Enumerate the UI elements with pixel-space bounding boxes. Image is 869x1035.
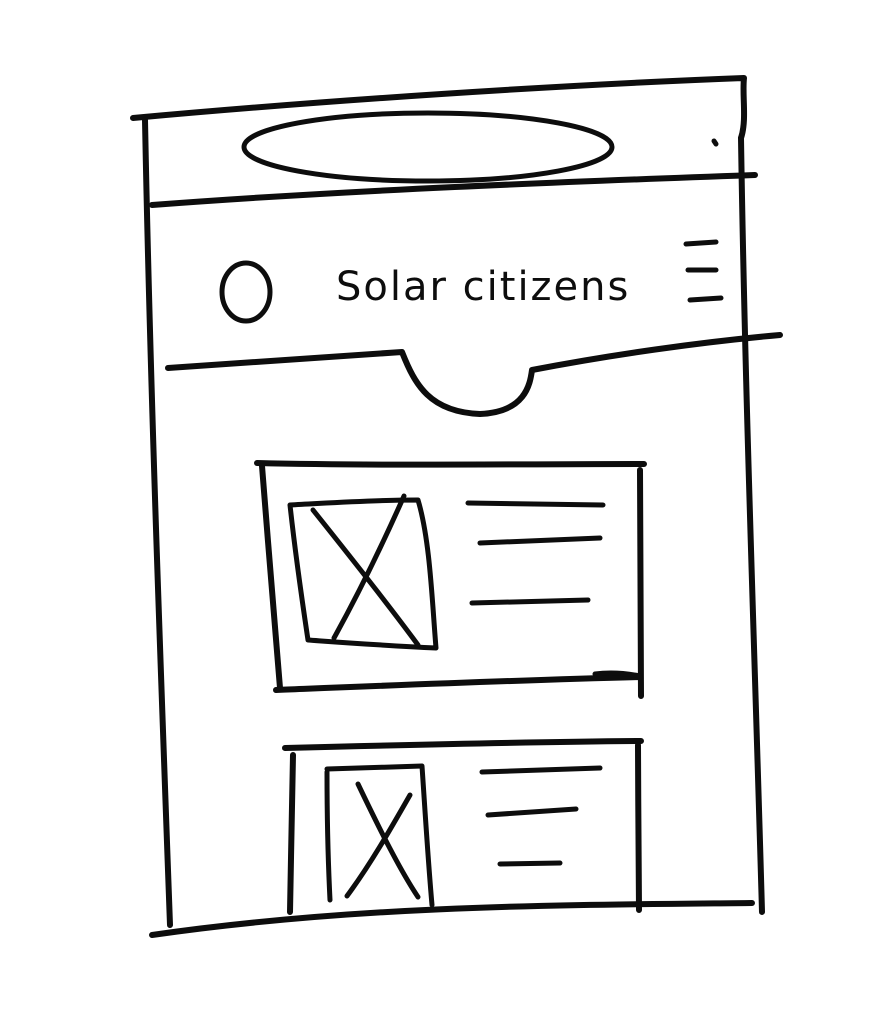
status-dot-icon: [711, 138, 719, 147]
image-placeholder: [287, 493, 439, 651]
phone-frame: [130, 75, 765, 938]
content-card[interactable]: [254, 460, 647, 699]
circle-logo-icon[interactable]: [219, 260, 273, 324]
content-card[interactable]: [282, 738, 644, 915]
pull-down-tab-icon[interactable]: [165, 332, 783, 417]
text-lines: [479, 765, 603, 867]
hamburger-menu-icon[interactable]: [683, 239, 724, 303]
brand-name: Solar citizens: [336, 264, 630, 310]
image-placeholder: [324, 763, 435, 908]
text-lines: [465, 500, 606, 606]
address-bar[interactable]: [241, 110, 615, 184]
wireframe-sketch: Solar citizens: [130, 75, 783, 938]
